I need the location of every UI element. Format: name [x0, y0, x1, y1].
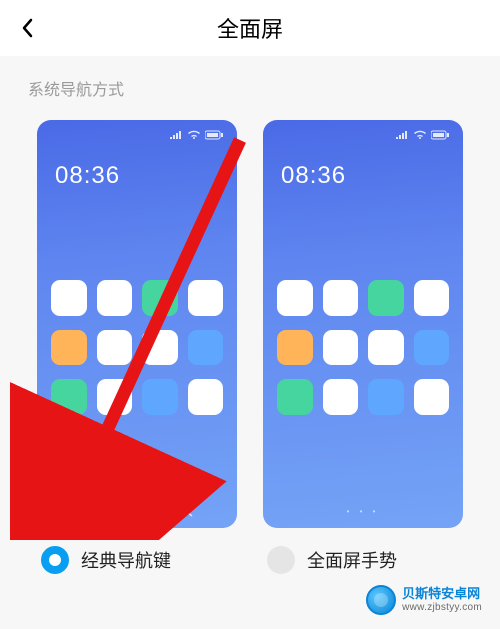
app-icon — [51, 330, 87, 366]
app-icon — [323, 330, 359, 366]
option-gesture-nav[interactable]: 08:36 • • • 全面屏手势 — [263, 120, 463, 574]
section-subtitle: 系统导航方式 — [0, 56, 500, 110]
navigation-options: 08:36 经典导航键 — [0, 110, 500, 574]
radio-row-classic[interactable]: 经典导航键 — [37, 528, 237, 574]
app-icon — [414, 280, 450, 316]
option-classic-nav[interactable]: 08:36 经典导航键 — [37, 120, 237, 574]
watermark: 贝斯特安卓网 www.zjbstyy.com — [366, 585, 482, 615]
wifi-icon — [187, 130, 201, 140]
phone-preview-classic: 08:36 — [37, 120, 237, 528]
nav-recents-icon — [78, 506, 94, 518]
radio-unselected-icon[interactable] — [267, 546, 295, 574]
clock: 08:36 — [55, 162, 120, 190]
app-icon-grid — [263, 280, 463, 415]
android-nav-bar — [37, 506, 237, 518]
radio-selected-icon[interactable] — [41, 546, 69, 574]
clock: 08:36 — [281, 162, 346, 190]
app-icon — [323, 379, 359, 415]
app-icon — [142, 280, 178, 316]
app-icon — [142, 330, 178, 366]
app-icon — [188, 330, 224, 366]
app-icon — [368, 330, 404, 366]
app-icon — [277, 379, 313, 415]
phone-preview-gesture: 08:36 • • • — [263, 120, 463, 528]
header: 全面屏 — [0, 0, 500, 56]
watermark-title: 贝斯特安卓网 — [402, 587, 482, 601]
watermark-url: www.zjbstyy.com — [402, 602, 482, 613]
radio-row-gesture[interactable]: 全面屏手势 — [263, 528, 463, 574]
app-icon — [277, 280, 313, 316]
app-icon — [97, 379, 133, 415]
page-indicator-dots: • • • — [263, 507, 463, 516]
option-label: 经典导航键 — [81, 547, 171, 573]
nav-home-icon — [132, 506, 146, 518]
status-bar — [169, 130, 223, 140]
option-label: 全面屏手势 — [307, 547, 397, 573]
app-icon — [51, 280, 87, 316]
app-icon-grid — [37, 280, 237, 415]
app-icon — [368, 379, 404, 415]
app-icon — [97, 280, 133, 316]
status-bar — [395, 130, 449, 140]
app-icon — [368, 280, 404, 316]
watermark-logo-icon — [366, 585, 396, 615]
battery-icon — [431, 130, 449, 140]
signal-icon — [395, 130, 409, 140]
app-icon — [142, 379, 178, 415]
app-icon — [414, 330, 450, 366]
watermark-text: 贝斯特安卓网 www.zjbstyy.com — [402, 587, 482, 612]
back-button[interactable] — [20, 16, 36, 40]
app-icon — [51, 379, 87, 415]
nav-back-icon — [184, 506, 196, 518]
signal-icon — [169, 130, 183, 140]
app-icon — [323, 280, 359, 316]
app-icon — [188, 280, 224, 316]
page-title: 全面屏 — [0, 12, 500, 44]
app-icon — [188, 379, 224, 415]
app-icon — [97, 330, 133, 366]
battery-icon — [205, 130, 223, 140]
app-icon — [414, 379, 450, 415]
wifi-icon — [413, 130, 427, 140]
app-icon — [277, 330, 313, 366]
